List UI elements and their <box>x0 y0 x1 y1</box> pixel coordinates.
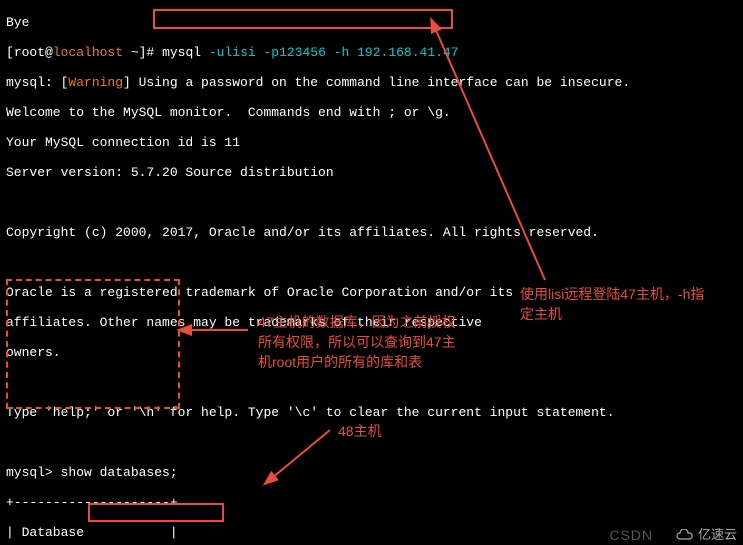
line-warning: mysql: [Warning] Using a password on the… <box>6 75 737 90</box>
note-line: 47主机的数据库，因为之前授权 <box>258 312 488 332</box>
prompt-line-1: [root@localhost ~]# mysql -ulisi -p12345… <box>6 45 737 60</box>
cmd-args: -ulisi -p123456 -h <box>209 45 357 60</box>
warning-label: Warning <box>68 75 123 90</box>
annotation-48-note: 48主机 <box>338 421 382 441</box>
annotation-db-note: 47主机的数据库，因为之前授权 所有权限，所以可以查询到47主 机root用户的… <box>258 312 488 372</box>
cmd-mysql: mysql <box>162 45 209 60</box>
user: root@ <box>14 45 53 60</box>
line-welcome: Welcome to the MySQL monitor. Commands e… <box>6 105 737 120</box>
note-line: 48主机 <box>338 421 382 441</box>
line-bye: Bye <box>6 15 737 30</box>
blank <box>6 375 737 390</box>
line-copyright: Copyright (c) 2000, 2017, Oracle and/or … <box>6 225 737 240</box>
note-line: 所有权限，所以可以查询到47主 <box>258 332 488 352</box>
line-conn-id: Your MySQL connection id is 11 <box>6 135 737 150</box>
terminal-output: Bye [root@localhost ~]# mysql -ulisi -p1… <box>0 0 743 545</box>
watermark-text: 亿速云 <box>698 527 737 542</box>
watermark-csdn: CSDN <box>609 528 653 543</box>
note-line: 定主机 <box>520 304 730 324</box>
blank <box>6 195 737 210</box>
line-show-db: mysql> show databases; <box>6 465 737 480</box>
note-line: 使用lisi远程登陆47主机，-h指 <box>520 284 730 304</box>
line-help: Type 'help;' or '\h' for help. Type '\c'… <box>6 405 737 420</box>
path: ~]# <box>123 45 162 60</box>
cmd-host-ip: 192.168.41.47 <box>357 45 458 60</box>
cloud-icon <box>675 529 695 543</box>
note-line: 机root用户的所有的库和表 <box>258 352 488 372</box>
annotation-login-note: 使用lisi远程登陆47主机，-h指 定主机 <box>520 284 730 324</box>
line-sep: +--------------------+ <box>6 495 737 510</box>
blank <box>6 255 737 270</box>
watermark-brand: 亿速云 <box>675 527 737 543</box>
host: localhost <box>53 45 123 60</box>
line-version: Server version: 5.7.20 Source distributi… <box>6 165 737 180</box>
bracket: [ <box>6 45 14 60</box>
text: ] Using a password on the command line i… <box>123 75 630 90</box>
text: mysql: [ <box>6 75 68 90</box>
